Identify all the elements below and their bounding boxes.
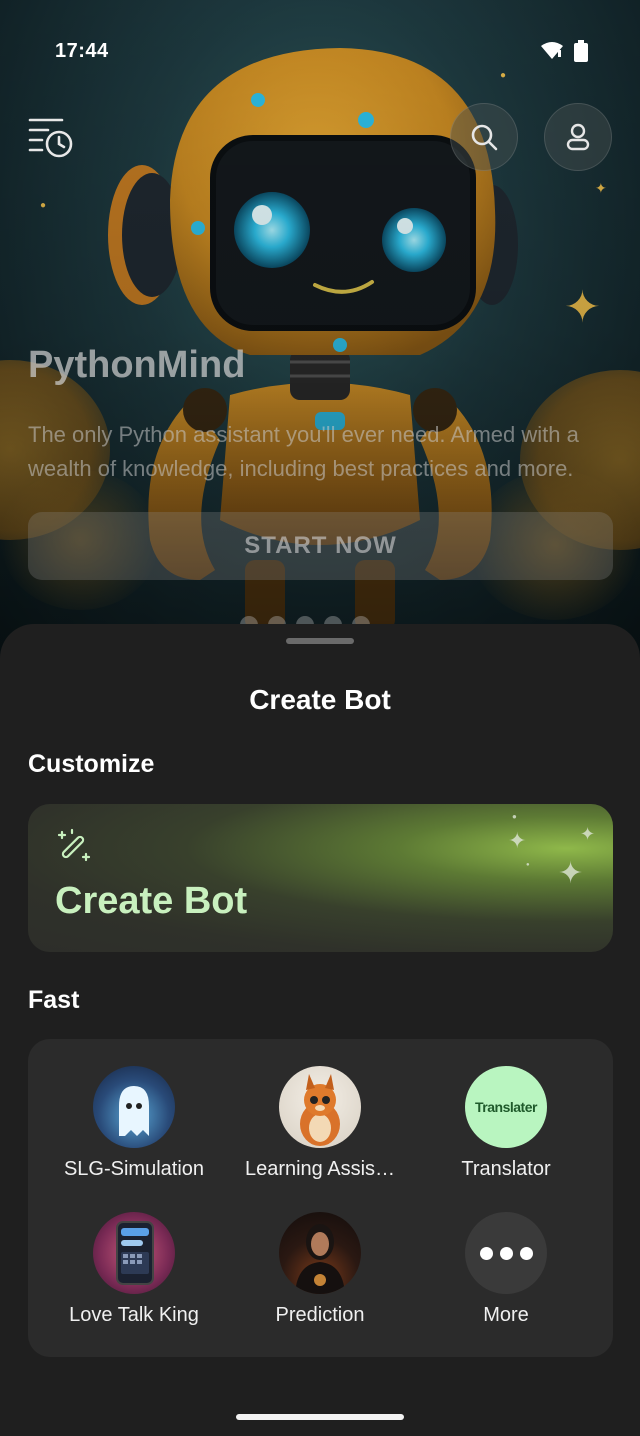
- bot-item-slg-simulation[interactable]: SLG-Simulation: [39, 1066, 229, 1181]
- status-time: 17:44: [55, 40, 109, 62]
- battery-icon: [574, 40, 588, 67]
- bot-item-prediction[interactable]: Prediction: [225, 1212, 415, 1327]
- bot-name: More: [483, 1304, 529, 1326]
- bot-item-translator[interactable]: Translater Translator: [411, 1066, 601, 1181]
- sparkle-icon: ✦: [558, 857, 584, 890]
- bot-name: Love Talk King: [69, 1304, 199, 1326]
- bot-name: Learning Assis…: [244, 1158, 396, 1180]
- create-bot-title: Create Bot: [55, 880, 248, 922]
- ghost-avatar: [93, 1066, 175, 1148]
- sheet-title: Create Bot: [249, 684, 391, 715]
- search-button[interactable]: [450, 103, 518, 171]
- fortune-teller-avatar: [279, 1212, 361, 1294]
- more-dots-icon: [465, 1212, 547, 1294]
- magic-wand-icon: [56, 828, 92, 869]
- bot-name: Prediction: [275, 1304, 365, 1326]
- start-now-button[interactable]: START NOW: [28, 512, 613, 580]
- bot-name: Translator: [461, 1158, 551, 1180]
- bot-item-learning-assistant[interactable]: Learning Assis…: [225, 1066, 415, 1181]
- squirrel-avatar: [279, 1066, 361, 1148]
- sparkle-icon: ✦: [508, 828, 527, 853]
- sheet-drag-handle[interactable]: [286, 638, 354, 644]
- history-button[interactable]: [28, 114, 76, 162]
- search-icon: [471, 124, 498, 151]
- wifi-icon: [540, 41, 564, 66]
- create-bot-sheet: Create Bot Customize ✦ ✦ ✦ ● ● Create Bo…: [0, 624, 640, 1436]
- user-icon: [566, 123, 590, 151]
- hero-description: The only Python assistant you'll ever ne…: [28, 422, 579, 481]
- translator-logo-text: Translater: [475, 1099, 537, 1115]
- translator-logo: Translater: [465, 1066, 547, 1148]
- customize-label: Customize: [28, 750, 155, 778]
- fast-bots-grid: SLG-Simulation Learning Assis… Translate…: [28, 1039, 613, 1357]
- sparkle-icon: ●: [526, 862, 530, 868]
- fast-label: Fast: [28, 986, 80, 1014]
- history-icon: [28, 118, 73, 158]
- status-bar: 17:44: [0, 0, 640, 100]
- bot-name: SLG-Simulation: [63, 1158, 205, 1180]
- profile-button[interactable]: [544, 103, 612, 171]
- hero-title: PythonMind: [28, 344, 246, 386]
- bot-item-love-talk-king[interactable]: Love Talk King: [39, 1212, 229, 1327]
- sparkle-icon: ●: [512, 812, 517, 821]
- phone-chat-avatar: [93, 1212, 175, 1294]
- bot-item-more[interactable]: More: [411, 1212, 601, 1327]
- home-indicator[interactable]: [236, 1414, 404, 1420]
- create-bot-card[interactable]: ✦ ✦ ✦ ● ● Create Bot: [28, 804, 613, 952]
- sparkle-icon: ✦: [580, 824, 596, 844]
